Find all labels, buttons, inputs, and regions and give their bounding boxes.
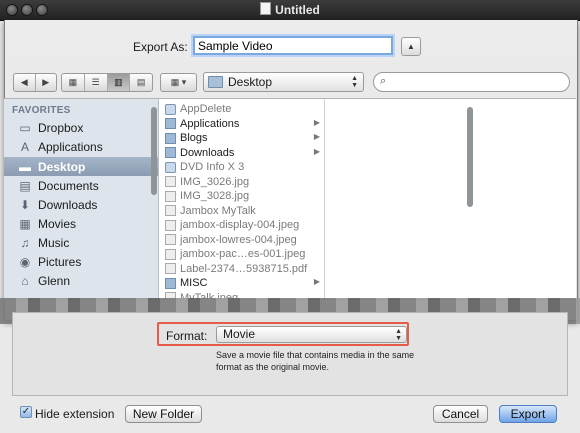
list-item[interactable]: MISC ▶ <box>159 276 324 291</box>
collapse-sheet-button[interactable]: ▲ <box>401 37 421 56</box>
app-icon <box>165 103 176 115</box>
folder-icon <box>165 147 176 159</box>
image-file-icon <box>165 176 176 188</box>
sidebar-item-pictures[interactable]: ◉ Pictures <box>4 252 158 271</box>
format-popup[interactable]: Movie ▲ ▼ <box>216 326 407 343</box>
list-item[interactable]: Jambox MyTalk <box>159 204 324 219</box>
list-icon: ☰ <box>91 77 100 87</box>
list-item[interactable]: Label-2374…5938715.pdf <box>159 262 324 277</box>
list-item[interactable]: Blogs ▶ <box>159 131 324 146</box>
documents-icon: ▤ <box>19 178 31 193</box>
back-forward-control: ◀ ▶ <box>13 73 57 92</box>
pdf-file-icon <box>165 263 176 275</box>
column-scrollbar[interactable] <box>467 107 473 207</box>
downloads-icon: ⬇ <box>19 197 31 212</box>
sidebar-item-downloads[interactable]: ⬇ Downloads <box>4 195 158 214</box>
folder-icon: ▭ <box>19 120 31 135</box>
document-icon <box>260 2 272 15</box>
sidebar-item-music[interactable]: ♫ Music <box>4 233 158 252</box>
music-icon: ♫ <box>20 235 30 250</box>
movies-icon: ▦ <box>19 216 31 231</box>
chevron-left-icon: ◀ <box>20 77 28 87</box>
sidebar-item-applications[interactable]: A Applications <box>4 137 158 156</box>
folder-icon <box>165 118 176 130</box>
sidebar-scrollbar[interactable] <box>151 107 157 195</box>
coverflow-icon: ▤ <box>136 77 146 87</box>
grid-icon: ▦ <box>68 77 78 87</box>
chevron-right-icon: ▶ <box>42 77 50 87</box>
export-as-field[interactable] <box>193 36 393 55</box>
image-file-icon <box>165 219 176 231</box>
sidebar-header: FAVORITES <box>12 105 71 116</box>
applications-icon: A <box>20 139 29 154</box>
format-description: Save a movie file that contains media in… <box>216 350 415 372</box>
new-folder-button[interactable]: New Folder <box>125 405 202 423</box>
sidebar-item-dropbox[interactable]: ▭ Dropbox <box>4 118 158 137</box>
cancel-button[interactable]: Cancel <box>433 405 488 423</box>
column-view-button[interactable]: ▥ <box>107 74 131 91</box>
image-file-icon <box>165 248 176 260</box>
list-item[interactable]: IMG_3026.jpg <box>159 175 324 190</box>
list-item[interactable]: AppDelete <box>159 102 324 117</box>
app-icon <box>165 161 176 173</box>
pictures-icon: ◉ <box>19 254 31 269</box>
list-item[interactable]: Downloads ▶ <box>159 146 324 161</box>
sidebar-item-documents[interactable]: ▤ Documents <box>4 176 158 195</box>
location-popup[interactable]: Desktop ▲ ▼ <box>203 72 364 92</box>
list-item[interactable]: Applications ▶ <box>159 117 324 132</box>
disclosure-arrow-icon: ▶ <box>313 146 320 156</box>
list-view-button[interactable]: ☰ <box>85 74 108 91</box>
sidebar-item-desktop[interactable]: ▬ Desktop <box>4 157 158 176</box>
hide-extension-label: Hide extension <box>35 407 115 421</box>
folder-icon <box>208 76 223 88</box>
location-value: Desktop <box>228 75 273 89</box>
export-as-label: Export As: <box>133 40 188 54</box>
disclosure-arrow-icon: ▶ <box>313 277 320 286</box>
popup-arrows-icon: ▲ ▼ <box>351 75 358 89</box>
list-item[interactable]: IMG_3028.jpg <box>159 189 324 204</box>
sidebar-item-movies[interactable]: ▦ Movies <box>4 214 158 233</box>
list-item[interactable]: DVD Info X 3 <box>159 160 324 175</box>
popup-arrows-icon: ▲ ▼ <box>395 328 402 342</box>
icon-view-button[interactable]: ▦ <box>62 74 85 91</box>
search-icon: ⌕ <box>380 75 387 87</box>
home-icon: ⌂ <box>21 273 29 288</box>
arrange-button[interactable]: ▦ ▾ <box>161 74 196 91</box>
desktop-column: AppDelete Applications ▶ Blogs ▶ Downloads… <box>159 99 473 299</box>
file-icon <box>165 205 176 217</box>
format-label: Format: <box>166 329 208 343</box>
checkmark-icon: ✓ <box>21 406 31 417</box>
image-file-icon <box>165 190 176 202</box>
window-title: Untitled <box>0 2 580 17</box>
image-file-icon <box>165 234 176 246</box>
view-mode-control: ▦ ☰ ▥ ▤ <box>61 73 153 92</box>
format-value: Movie <box>223 327 256 341</box>
export-button[interactable]: Export <box>499 405 557 423</box>
disclosure-arrow-icon: ▶ <box>313 117 320 127</box>
folder-icon <box>165 132 176 144</box>
search-field[interactable]: ⌕ <box>373 72 570 92</box>
columns-icon: ▥ <box>114 77 123 87</box>
triangle-up-icon: ▲ <box>407 42 415 51</box>
folder-icon <box>165 277 176 289</box>
arrange-grid-icon: ▦ ▾ <box>170 77 187 87</box>
sidebar-item-glenn[interactable]: ⌂ Glenn <box>4 271 158 290</box>
list-item[interactable]: jambox-lowres-004.jpeg <box>159 233 324 248</box>
sidebar: FAVORITES ▭ Dropbox A Applications ▬ Deskto… <box>4 99 159 299</box>
title-bar: Untitled <box>0 0 580 21</box>
list-item[interactable]: jambox-display-004.jpeg <box>159 218 324 233</box>
forward-button[interactable]: ▶ <box>36 74 57 91</box>
list-item[interactable]: jambox-pac…es-001.jpeg <box>159 247 324 262</box>
window-title-text: Untitled <box>275 3 320 17</box>
hide-extension-checkbox[interactable]: ✓ <box>20 406 32 418</box>
file-browser: FAVORITES ▭ Dropbox A Applications ▬ Deskto… <box>4 98 576 300</box>
desktop-icon: ▬ <box>19 159 31 174</box>
coverflow-view-button[interactable]: ▤ <box>130 74 152 91</box>
arrange-control[interactable]: ▦ ▾ <box>160 73 197 92</box>
disclosure-arrow-icon: ▶ <box>313 132 320 141</box>
back-button[interactable]: ◀ <box>14 74 36 91</box>
